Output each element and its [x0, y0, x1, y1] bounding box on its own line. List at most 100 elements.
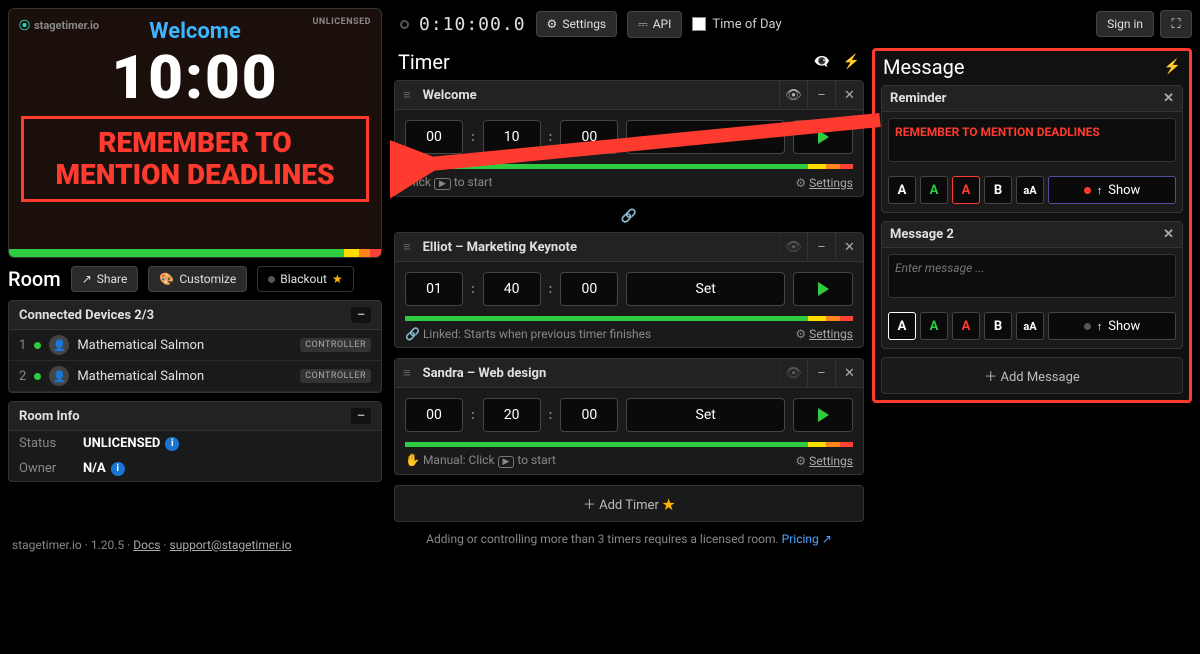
timer-title[interactable]: Welcome: [419, 82, 779, 109]
timer-title[interactable]: Elliot – Marketing Keynote: [419, 234, 779, 261]
preview-time: 10:00: [111, 48, 278, 108]
timer-card: ≡ Elliot – Marketing Keynote 👁 – ✕ : :: [394, 232, 864, 348]
drag-handle-icon[interactable]: ≡: [395, 239, 419, 255]
add-message-button[interactable]: ＋ Add Message: [881, 357, 1183, 394]
role-badge: CONTROLLER: [300, 338, 371, 352]
preview-message-box: REMEMBER TO MENTION DEADLINES: [21, 116, 369, 202]
close-button[interactable]: ✕: [1163, 91, 1174, 106]
timer-settings-link[interactable]: ⚙Settings: [795, 327, 853, 341]
link-icon: 🔗: [394, 207, 864, 232]
pricing-link[interactable]: Pricing ↗: [782, 532, 832, 546]
seconds-input[interactable]: [560, 272, 618, 306]
timer-card: ≡ Welcome 👁 – ✕ : : Se: [394, 80, 864, 197]
play-button[interactable]: [793, 120, 853, 154]
minutes-input[interactable]: [483, 120, 541, 154]
set-button[interactable]: Set: [626, 272, 785, 306]
time-of-day-toggle[interactable]: Time of Day: [692, 17, 781, 32]
flash-icon[interactable]: ⚡: [843, 54, 860, 70]
blackout-button[interactable]: Blackout ★: [257, 266, 353, 292]
close-button[interactable]: ✕: [1163, 227, 1174, 242]
message-title[interactable]: Reminder: [890, 91, 946, 106]
message-textarea[interactable]: [888, 118, 1176, 162]
status-dot-icon: [34, 342, 41, 349]
fullscreen-button[interactable]: ⛶: [1160, 10, 1192, 38]
message-title[interactable]: Message 2: [890, 227, 954, 242]
seconds-input[interactable]: [560, 120, 618, 154]
collapse-button[interactable]: –: [351, 408, 371, 424]
sign-in-button[interactable]: Sign in: [1096, 11, 1154, 37]
timer-settings-link[interactable]: ⚙Settings: [795, 176, 853, 190]
play-button[interactable]: [793, 272, 853, 306]
support-link[interactable]: support@stagetimer.io: [170, 538, 292, 552]
case-button[interactable]: aA: [1016, 176, 1044, 204]
eye-off-icon[interactable]: 👁: [779, 359, 807, 387]
close-button[interactable]: ✕: [835, 359, 863, 387]
hours-input[interactable]: [405, 398, 463, 432]
plug-icon: ⎓: [638, 17, 648, 32]
star-icon: ★: [662, 498, 675, 513]
message-panel: Message ⚡ Reminder✕ A A A B aA ↑Show: [872, 48, 1192, 403]
minimize-button[interactable]: –: [807, 81, 835, 109]
add-timer-button[interactable]: ＋ Add Timer ★: [394, 485, 864, 522]
customize-button[interactable]: 🎨 Customize: [148, 266, 247, 292]
info-icon[interactable]: i: [165, 437, 179, 451]
play-icon: [818, 408, 829, 422]
share-button[interactable]: ↗ Share: [71, 266, 139, 292]
drag-handle-icon[interactable]: ≡: [395, 87, 419, 103]
hours-input[interactable]: [405, 120, 463, 154]
color-white-button[interactable]: A: [888, 312, 916, 340]
message-card: Reminder ✕ A A A B aA ↑Show: [881, 85, 1183, 213]
info-icon[interactable]: i: [111, 462, 125, 476]
color-red-button[interactable]: A: [952, 312, 980, 340]
avatar-icon: 👤: [49, 366, 69, 386]
play-icon: [818, 282, 829, 296]
room-info-panel: Room Info – Status UNLICENSEDi Owner N/A…: [8, 401, 382, 482]
gear-icon: ⚙: [795, 327, 806, 341]
color-green-button[interactable]: A: [920, 312, 948, 340]
message-card: Message 2 ✕ A A A B aA ↑Show: [881, 221, 1183, 349]
gear-icon: ⚙: [547, 17, 558, 31]
palette-icon: 🎨: [159, 272, 174, 286]
star-icon: ★: [332, 272, 343, 286]
eye-off-icon[interactable]: 👁: [779, 233, 807, 261]
settings-button[interactable]: ⚙Settings: [536, 11, 618, 37]
timer-settings-link[interactable]: ⚙Settings: [795, 454, 853, 468]
docs-link[interactable]: Docs: [133, 538, 160, 552]
minimize-button[interactable]: –: [807, 359, 835, 387]
minutes-input[interactable]: [483, 398, 541, 432]
arrow-up-icon: ↑: [1097, 184, 1103, 197]
bold-button[interactable]: B: [984, 312, 1012, 340]
show-button[interactable]: ↑Show: [1048, 176, 1176, 204]
eye-off-icon[interactable]: 👁‍🗨: [813, 54, 830, 70]
collapse-button[interactable]: –: [351, 307, 371, 323]
api-button[interactable]: ⎓API: [627, 11, 682, 38]
timer-title[interactable]: Sandra – Web design: [419, 360, 779, 387]
set-button[interactable]: Set: [626, 398, 785, 432]
minutes-input[interactable]: [483, 272, 541, 306]
pricing-note: Adding or controlling more than 3 timers…: [394, 528, 864, 550]
manual-icon: ✋: [405, 453, 420, 467]
close-button[interactable]: ✕: [835, 81, 863, 109]
hours-input[interactable]: [405, 272, 463, 306]
close-button[interactable]: ✕: [835, 233, 863, 261]
minimize-button[interactable]: –: [807, 233, 835, 261]
timer-hint: 🔗 Linked: Starts when previous timer fin…: [405, 327, 651, 341]
show-button[interactable]: ↑Show: [1048, 312, 1176, 340]
set-button[interactable]: Set: [626, 120, 785, 154]
color-green-button[interactable]: A: [920, 176, 948, 204]
bold-button[interactable]: B: [984, 176, 1012, 204]
devices-header: Connected Devices 2/3: [19, 308, 154, 323]
seconds-input[interactable]: [560, 398, 618, 432]
case-button[interactable]: aA: [1016, 312, 1044, 340]
drag-handle-icon[interactable]: ≡: [395, 365, 419, 381]
eye-icon[interactable]: 👁: [779, 81, 807, 109]
room-info-header: Room Info: [19, 409, 80, 424]
play-button[interactable]: [793, 398, 853, 432]
license-badge: UNLICENSED: [312, 17, 371, 27]
topbar-time: 0:10:00.0: [419, 14, 526, 35]
color-white-button[interactable]: A: [888, 176, 916, 204]
timer-card: ≡ Sandra – Web design 👁 – ✕ : :: [394, 358, 864, 475]
message-textarea[interactable]: [888, 254, 1176, 298]
color-red-button[interactable]: A: [952, 176, 980, 204]
flash-icon[interactable]: ⚡: [1164, 59, 1181, 75]
